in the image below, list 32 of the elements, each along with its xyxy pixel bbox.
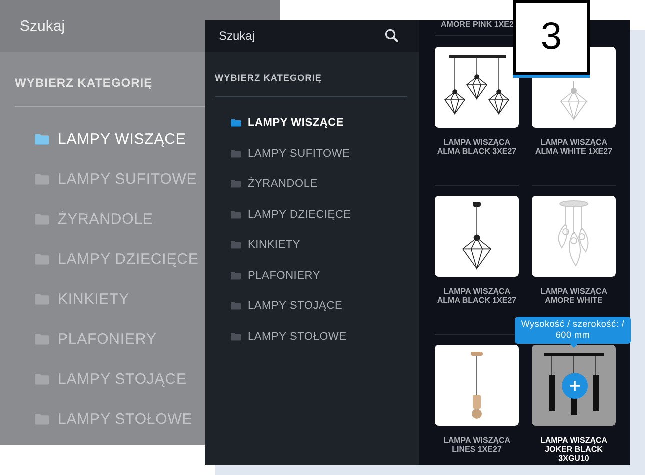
search-field[interactable]: Szukaj — [205, 20, 419, 52]
search-icon[interactable] — [385, 29, 399, 43]
step-badge: 3 — [513, 0, 590, 75]
product-name[interactable]: LAMPA WISZĄCA ALMA BLACK 1XE27 — [432, 287, 522, 306]
category-item[interactable]: KINKIETY — [231, 238, 419, 252]
category-item[interactable]: PLAFONIERY — [231, 268, 419, 282]
add-button[interactable] — [562, 373, 588, 399]
lamp-drawing — [444, 55, 510, 116]
product-name[interactable]: LAMPA WISZĄCA ALMA WHITE 1XE27 — [529, 138, 619, 156]
lamp-drawing — [462, 202, 492, 270]
category-item[interactable]: LAMPY DZIECIĘCE — [231, 208, 419, 222]
category-item[interactable]: LAMPY STOJĄCE — [231, 299, 419, 313]
lamp-drawing — [560, 80, 588, 122]
product-name[interactable]: LAMPA WISZĄCA LINES 1XE27 — [432, 436, 522, 454]
plus-icon — [569, 380, 581, 392]
product-image[interactable] — [532, 345, 616, 426]
category-heading: WYBIERZ KATEGORIĘ — [215, 73, 322, 83]
product-name[interactable]: LAMPA WISZĄCA JOKER BLACK 3XGU10 — [529, 436, 619, 464]
category-item[interactable]: LAMPY SUFITOWE — [231, 146, 419, 160]
category-item[interactable]: LAMPY STOŁOWE — [231, 330, 419, 344]
lamp-drawing — [471, 352, 483, 419]
product-image[interactable] — [435, 47, 519, 128]
category-heading: WYBIERZ KATEGORIĘ — [15, 76, 153, 90]
lamp-drawing — [558, 200, 589, 266]
lamp-drawing — [544, 353, 604, 415]
product-name[interactable]: LAMPA WISZĄCA ALMA BLACK 3XE27 — [432, 138, 522, 156]
product-image[interactable] — [435, 196, 519, 277]
category-item[interactable]: LAMPY WISZĄCE — [231, 116, 419, 130]
product-name[interactable]: LAMPA WISZĄCA AMORE WHITE — [529, 287, 619, 306]
product-name: AMORE PINK 1XE2 — [440, 20, 514, 29]
category-item[interactable]: ŻYRANDOLE — [231, 177, 419, 191]
size-tooltip: Wysokość / szerokość: / 600 mm — [515, 317, 631, 344]
